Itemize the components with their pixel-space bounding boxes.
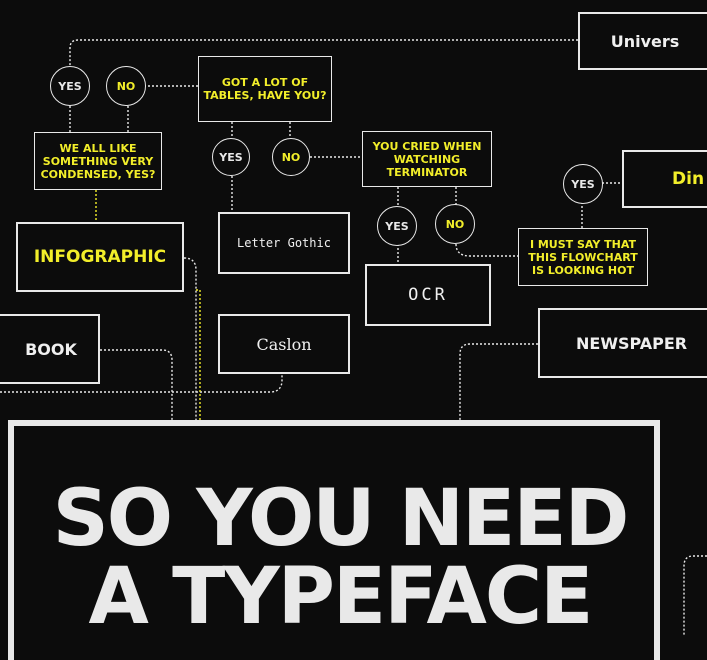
title-line-1: SO YOU NEED xyxy=(52,474,630,564)
answer-yes-flowchart: YES xyxy=(563,164,603,204)
answer-no-tables: NO xyxy=(272,138,310,176)
title-line-2: A TYPEFACE xyxy=(88,552,594,642)
answer-no-label: NO xyxy=(445,217,465,231)
typeface-infographic: INFOGRAPHIC xyxy=(16,222,184,292)
typeface-book-label: BOOK xyxy=(25,339,77,359)
answer-no-condensed: NO xyxy=(106,66,146,106)
typeface-newspaper: NEWSPAPER xyxy=(538,308,707,378)
answer-no-terminator: NO xyxy=(435,204,475,244)
typeface-letter-gothic-label: Letter Gothic xyxy=(237,236,331,250)
question-terminator-text: YOU CRIED WHEN WATCHING TERMINATOR xyxy=(372,139,482,179)
typeface-univers-label: Univers xyxy=(610,31,680,51)
question-condensed: WE ALL LIKE SOMETHING VERY CONDENSED, YE… xyxy=(34,132,162,190)
typeface-letter-gothic: Letter Gothic xyxy=(218,212,350,274)
typeface-book: BOOK xyxy=(0,314,100,384)
answer-yes-label: YES xyxy=(571,177,595,191)
typeface-infographic-label: INFOGRAPHIC xyxy=(33,247,167,267)
question-terminator: YOU CRIED WHEN WATCHING TERMINATOR xyxy=(362,131,492,187)
question-flowchart-text: I MUST SAY THAT THIS FLOWCHART IS LOOKIN… xyxy=(528,237,638,277)
answer-no-label: NO xyxy=(281,150,301,164)
typeface-caslon-label: Caslon xyxy=(256,334,312,354)
question-condensed-text: WE ALL LIKE SOMETHING VERY CONDENSED, YE… xyxy=(40,141,156,181)
question-tables: GOT A LOT OF TABLES, HAVE YOU? xyxy=(198,56,332,122)
typeface-ocr: OCR xyxy=(365,264,491,326)
typeface-din: Din xyxy=(622,150,707,208)
answer-no-label: NO xyxy=(116,79,136,93)
answer-yes-condensed: YES xyxy=(50,66,90,106)
answer-yes-terminator: YES xyxy=(377,206,417,246)
title-frame: SO YOU NEED A TYPEFACE xyxy=(8,420,660,660)
typeface-caslon: Caslon xyxy=(218,314,350,374)
typeface-din-label: Din xyxy=(672,169,705,189)
answer-yes-tables: YES xyxy=(212,138,250,176)
question-tables-text: GOT A LOT OF TABLES, HAVE YOU? xyxy=(203,76,327,102)
answer-yes-label: YES xyxy=(58,79,82,93)
answer-yes-label: YES xyxy=(385,219,409,233)
typeface-univers: Univers xyxy=(578,12,707,70)
question-flowchart: I MUST SAY THAT THIS FLOWCHART IS LOOKIN… xyxy=(518,228,648,286)
typeface-newspaper-label: NEWSPAPER xyxy=(576,333,688,353)
answer-yes-label: YES xyxy=(219,150,243,164)
typeface-ocr-label: OCR xyxy=(408,285,448,305)
